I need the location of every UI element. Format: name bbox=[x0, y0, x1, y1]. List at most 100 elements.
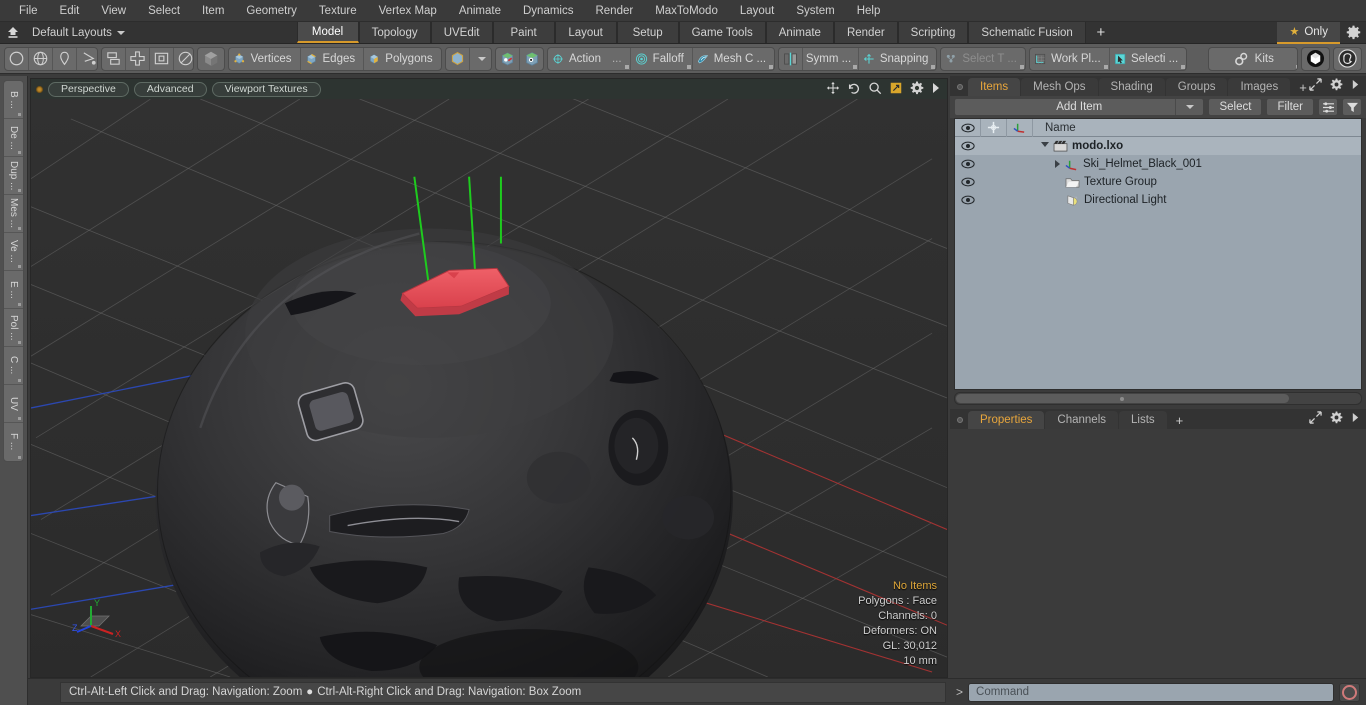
select-through-button[interactable]: Select T ... bbox=[941, 48, 1025, 70]
items-row-scene[interactable]: modo.lxo bbox=[1033, 140, 1123, 152]
row-axis-cell[interactable] bbox=[1007, 155, 1033, 173]
menu-render[interactable]: Render bbox=[584, 0, 644, 22]
radial-icon[interactable] bbox=[174, 48, 194, 70]
mode-edges-button[interactable]: Edges bbox=[301, 47, 365, 70]
mesh-constraint-button[interactable]: Mesh C ... bbox=[693, 48, 774, 70]
row-axis-cell[interactable] bbox=[1007, 173, 1033, 191]
mode-polygons-button[interactable]: Polygons bbox=[364, 48, 440, 70]
left-tab-deform[interactable]: De ... bbox=[4, 119, 23, 157]
tab-layout[interactable]: Layout bbox=[554, 22, 617, 43]
left-tab-polygon[interactable]: Pol ... bbox=[4, 309, 23, 347]
zoom-icon[interactable] bbox=[868, 81, 882, 98]
default-layouts-dropdown[interactable]: Default Layouts bbox=[26, 22, 135, 43]
tab-render[interactable]: Render bbox=[833, 22, 898, 43]
chevron-right-icon[interactable] bbox=[1351, 79, 1360, 93]
expand-icon[interactable] bbox=[1309, 411, 1322, 427]
tab-setup[interactable]: Setup bbox=[616, 22, 679, 43]
chevron-right-icon[interactable] bbox=[1351, 412, 1360, 426]
left-tab-curve[interactable]: C ... bbox=[4, 347, 23, 385]
selection-set-button[interactable]: Selecti ... bbox=[1110, 48, 1187, 70]
viewport-perspective-button[interactable]: Perspective bbox=[48, 81, 129, 97]
items-row-directional-light[interactable]: Directional Light bbox=[1033, 194, 1166, 207]
table-row[interactable]: Ski_Helmet_Black_001 bbox=[955, 155, 1361, 173]
snapping-button[interactable]: Snapping bbox=[859, 48, 937, 70]
row-eye-icon[interactable] bbox=[955, 155, 981, 173]
gear-icon[interactable] bbox=[1330, 78, 1343, 94]
chevron-down-icon[interactable] bbox=[1041, 141, 1049, 151]
only-toggle-button[interactable]: ★ Only bbox=[1277, 21, 1340, 44]
circle-icon[interactable] bbox=[5, 47, 29, 70]
align-icon[interactable] bbox=[102, 47, 126, 70]
row-lock-cell[interactable] bbox=[981, 137, 1007, 155]
eye-icon[interactable] bbox=[955, 119, 981, 137]
left-tab-duplicate[interactable]: Dup ... bbox=[4, 157, 23, 195]
items-row-mesh[interactable]: Ski_Helmet_Black_001 bbox=[1033, 158, 1202, 171]
tab-lists[interactable]: Lists bbox=[1119, 411, 1167, 429]
tab-uvedit[interactable]: UVEdit bbox=[430, 22, 493, 43]
tab-mesh-ops[interactable]: Mesh Ops bbox=[1021, 78, 1098, 96]
items-row-texture-group[interactable]: Texture Group bbox=[1033, 176, 1157, 189]
row-lock-cell[interactable] bbox=[981, 155, 1007, 173]
center-icon[interactable] bbox=[126, 47, 150, 70]
pen-icon[interactable] bbox=[53, 47, 77, 70]
tab-schematic-fusion[interactable]: Schematic Fusion bbox=[968, 22, 1086, 43]
menu-select[interactable]: Select bbox=[137, 0, 191, 22]
menu-vertex-map[interactable]: Vertex Map bbox=[368, 0, 448, 22]
snap-cube-red-icon[interactable] bbox=[496, 47, 521, 70]
panel-state-dot[interactable] bbox=[957, 84, 963, 90]
tab-groups[interactable]: Groups bbox=[1165, 78, 1228, 96]
tab-paint[interactable]: Paint bbox=[492, 22, 555, 43]
scrollbar-thumb[interactable] bbox=[956, 394, 1289, 403]
menu-view[interactable]: View bbox=[90, 0, 137, 22]
move-icon[interactable] bbox=[826, 81, 840, 98]
menu-help[interactable]: Help bbox=[846, 0, 892, 22]
menu-system[interactable]: System bbox=[785, 0, 845, 22]
left-tab-mesh-edit[interactable]: Mes ... bbox=[4, 195, 23, 233]
tab-game-tools[interactable]: Game Tools bbox=[678, 22, 766, 43]
filter-button[interactable]: Filter bbox=[1266, 98, 1314, 116]
crosshair-icon[interactable] bbox=[981, 119, 1007, 137]
kits-button[interactable]: Kits bbox=[1209, 48, 1297, 70]
add-item-button[interactable]: Add Item bbox=[954, 98, 1205, 116]
menu-item[interactable]: Item bbox=[191, 0, 235, 22]
rotate-icon[interactable] bbox=[847, 81, 861, 98]
left-tab-vertex[interactable]: Ve ... bbox=[4, 233, 23, 271]
select-button[interactable]: Select bbox=[1208, 98, 1263, 116]
substance-cube-icon[interactable] bbox=[1300, 46, 1330, 71]
table-row[interactable]: modo.lxo bbox=[955, 137, 1361, 155]
list-options-icon[interactable] bbox=[1318, 98, 1338, 116]
snap-cube-black-icon[interactable] bbox=[520, 48, 543, 70]
viewport-textures-button[interactable]: Viewport Textures bbox=[211, 81, 321, 97]
chevron-right-icon[interactable] bbox=[1055, 160, 1060, 168]
bounding-box-icon[interactable] bbox=[150, 47, 174, 70]
viewport-state-dot[interactable] bbox=[36, 85, 43, 93]
row-eye-icon[interactable] bbox=[955, 173, 981, 191]
tab-topology[interactable]: Topology bbox=[358, 22, 431, 43]
menu-texture[interactable]: Texture bbox=[308, 0, 368, 22]
chevron-right-icon[interactable] bbox=[931, 82, 941, 97]
row-axis-cell[interactable] bbox=[1007, 191, 1033, 209]
row-eye-icon[interactable] bbox=[955, 137, 981, 155]
menu-file[interactable]: File bbox=[8, 0, 49, 22]
item-mode-button[interactable] bbox=[197, 46, 226, 71]
chevron-down-icon[interactable] bbox=[470, 48, 492, 70]
tab-animate[interactable]: Animate bbox=[765, 22, 834, 43]
home-up-icon[interactable] bbox=[0, 22, 26, 43]
tab-shading[interactable]: Shading bbox=[1098, 78, 1165, 96]
funnel-icon[interactable] bbox=[1342, 98, 1362, 116]
properties-state-dot[interactable] bbox=[957, 417, 963, 423]
workplane-button[interactable]: Work Pl... bbox=[1030, 47, 1110, 70]
add-properties-tab-button[interactable]: + bbox=[1168, 411, 1192, 429]
row-lock-cell[interactable] bbox=[981, 173, 1007, 191]
mode-vertices-button[interactable]: Vertices bbox=[229, 47, 301, 70]
tab-images[interactable]: Images bbox=[1228, 78, 1291, 96]
symmetry-button[interactable]: Symm ... bbox=[803, 47, 859, 70]
tab-scripting[interactable]: Scripting bbox=[897, 22, 969, 43]
symmetry-icon[interactable] bbox=[779, 47, 804, 70]
tab-channels[interactable]: Channels bbox=[1045, 411, 1119, 429]
menu-edit[interactable]: Edit bbox=[49, 0, 91, 22]
command-input[interactable]: Command bbox=[968, 682, 1334, 702]
globe-icon[interactable] bbox=[29, 47, 53, 70]
expand-icon[interactable] bbox=[1309, 78, 1322, 94]
gear-icon[interactable] bbox=[1330, 411, 1343, 427]
